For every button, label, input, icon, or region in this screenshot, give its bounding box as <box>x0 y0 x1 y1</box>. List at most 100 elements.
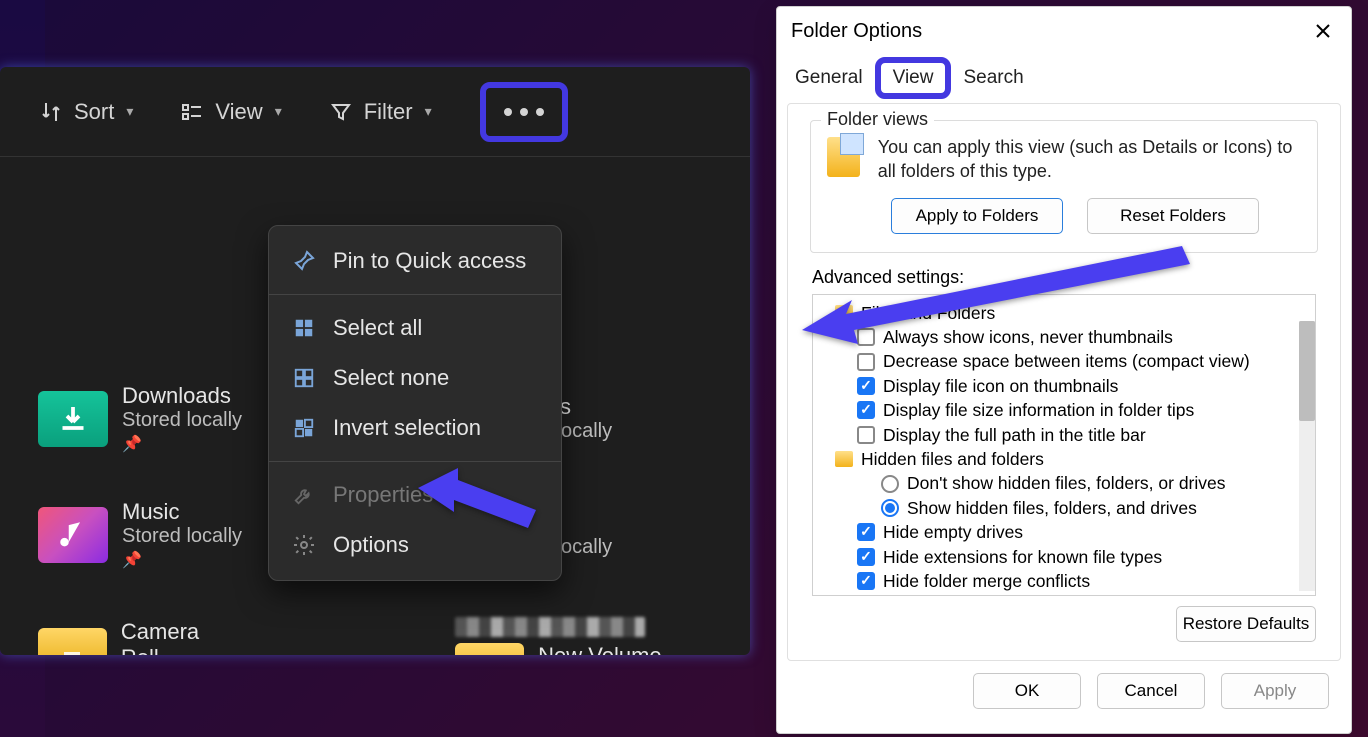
adv-item[interactable]: Display file icon on thumbnails <box>835 374 1309 398</box>
checkbox[interactable] <box>857 377 875 395</box>
chevron-down-icon: ▾ <box>425 103 432 120</box>
adv-item[interactable]: Don't show hidden files, folders, or dri… <box>835 471 1309 495</box>
dialog-titlebar: Folder Options <box>777 7 1351 55</box>
menu-separator <box>269 294 561 295</box>
folder-views-group: Folder views You can apply this view (su… <box>810 120 1318 253</box>
adv-item-label: Display file size information in folder … <box>883 399 1194 421</box>
adv-category-label: Hidden files and folders <box>861 448 1044 470</box>
pin-icon: 📌 <box>122 434 242 454</box>
tile-name: Music <box>122 499 242 525</box>
adv-item-label: Show hidden files, folders, and drives <box>907 497 1197 519</box>
checkbox[interactable] <box>857 572 875 590</box>
folder-view-icon <box>827 137 860 177</box>
folder-views-description: You can apply this view (such as Details… <box>878 135 1301 184</box>
adv-item[interactable]: Hide folder merge conflicts <box>835 569 1309 593</box>
sort-label: Sort <box>74 99 114 125</box>
invert-selection-icon <box>291 415 317 441</box>
wrench-icon <box>291 482 317 508</box>
apply-button[interactable]: Apply <box>1221 673 1329 709</box>
adv-item-label: Hide extensions for known file types <box>883 546 1162 568</box>
adv-item-label: Don't show hidden files, folders, or dri… <box>907 472 1226 494</box>
menu-label: Select none <box>333 365 449 391</box>
filter-button[interactable]: Filter ▾ <box>318 93 442 131</box>
tile-downloads[interactable]: Downloads Stored locally 📌 <box>38 383 242 454</box>
tiles-row: Camera Roll Pictures New Volume (D:)\RLX <box>38 617 750 655</box>
view-button[interactable]: View ▾ <box>169 93 291 131</box>
apply-to-folders-button[interactable]: Apply to Folders <box>891 198 1063 234</box>
select-none-icon <box>291 365 317 391</box>
tile-volume[interactable]: New Volume (D:)\RLX <box>455 617 750 655</box>
menu-pin-quick-access[interactable]: Pin to Quick access <box>269 236 561 286</box>
view-label: View <box>215 99 262 125</box>
sort-button[interactable]: Sort ▾ <box>28 93 143 131</box>
menu-label: Invert selection <box>333 415 481 441</box>
file-explorer-panel: Sort ▾ View ▾ Filter ▾ Downlo <box>0 67 750 655</box>
menu-invert-selection[interactable]: Invert selection <box>269 403 561 453</box>
adv-item: Hidden files and folders <box>835 447 1309 471</box>
chevron-down-icon: ▾ <box>275 103 282 120</box>
explorer-toolbar: Sort ▾ View ▾ Filter ▾ <box>0 67 750 157</box>
tab-view[interactable]: View <box>875 57 952 99</box>
chevron-down-icon: ▾ <box>126 103 133 120</box>
pin-icon: 📌 <box>122 550 242 570</box>
menu-select-none[interactable]: Select none <box>269 353 561 403</box>
adv-item[interactable]: Hide protected operating system files (R… <box>835 593 1309 595</box>
tab-search[interactable]: Search <box>959 59 1027 99</box>
menu-label: Select all <box>333 315 422 341</box>
sort-icon <box>38 99 64 125</box>
thumbnail-strip <box>455 617 645 637</box>
menu-label: Pin to Quick access <box>333 248 526 274</box>
folder-category-icon <box>835 451 853 467</box>
adv-item[interactable]: Hide extensions for known file types <box>835 545 1309 569</box>
gear-icon <box>291 532 317 558</box>
tile-sub: Stored locally <box>122 409 242 432</box>
tile-name: Camera Roll <box>121 619 241 656</box>
cancel-button[interactable]: Cancel <box>1097 673 1205 709</box>
checkbox[interactable] <box>857 401 875 419</box>
folder-options-dialog: Folder Options General View Search Folde… <box>776 6 1352 734</box>
dialog-footer: OK Cancel Apply <box>777 661 1351 719</box>
radio[interactable] <box>881 475 899 493</box>
dialog-body: Folder views You can apply this view (su… <box>787 103 1341 661</box>
tile-camera-roll[interactable]: Camera Roll Pictures <box>38 617 241 655</box>
checkbox[interactable] <box>857 426 875 444</box>
checkbox[interactable] <box>857 548 875 566</box>
tab-general[interactable]: General <box>791 59 867 99</box>
radio[interactable] <box>881 499 899 517</box>
adv-item[interactable]: Hide empty drives <box>835 520 1309 544</box>
adv-item[interactable]: Show hidden files, folders, and drives <box>835 496 1309 520</box>
pin-icon <box>291 248 317 274</box>
tile-sub: Stored locally <box>122 525 242 548</box>
filter-icon <box>328 99 354 125</box>
menu-select-all[interactable]: Select all <box>269 303 561 353</box>
folder-icon <box>38 628 107 655</box>
menu-label: Options <box>333 532 409 558</box>
dialog-tabs: General View Search <box>777 55 1351 99</box>
dialog-title: Folder Options <box>791 20 922 43</box>
annotation-arrow <box>418 458 538 543</box>
adv-item-label: Hide protected operating system files (R… <box>883 594 1306 595</box>
adv-item-label: Hide folder merge conflicts <box>883 570 1090 592</box>
close-button[interactable] <box>1307 15 1339 47</box>
adv-item-label: Display file icon on thumbnails <box>883 375 1118 397</box>
view-icon <box>179 99 205 125</box>
adv-item-label: Display the full path in the title bar <box>883 424 1146 446</box>
tile-name: New Volume (D:)\RLX <box>538 643 750 655</box>
tile-music[interactable]: Music Stored locally 📌 <box>38 499 242 570</box>
checkbox[interactable] <box>857 523 875 541</box>
adv-item[interactable]: Display file size information in folder … <box>835 398 1309 422</box>
restore-defaults-button[interactable]: Restore Defaults <box>1176 606 1316 642</box>
select-all-icon <box>291 315 317 341</box>
adv-item-label: Hide empty drives <box>883 521 1023 543</box>
tile-name: Downloads <box>122 383 242 409</box>
annotation-arrow <box>792 240 1192 365</box>
adv-item[interactable]: Display the full path in the title bar <box>835 423 1309 447</box>
downloads-icon <box>38 391 108 447</box>
scrollbar-thumb[interactable] <box>1299 321 1315 421</box>
filter-label: Filter <box>364 99 413 125</box>
ok-button[interactable]: OK <box>973 673 1081 709</box>
group-title: Folder views <box>821 109 934 130</box>
reset-folders-button[interactable]: Reset Folders <box>1087 198 1259 234</box>
folder-icon <box>455 643 524 655</box>
more-button[interactable] <box>480 82 568 142</box>
